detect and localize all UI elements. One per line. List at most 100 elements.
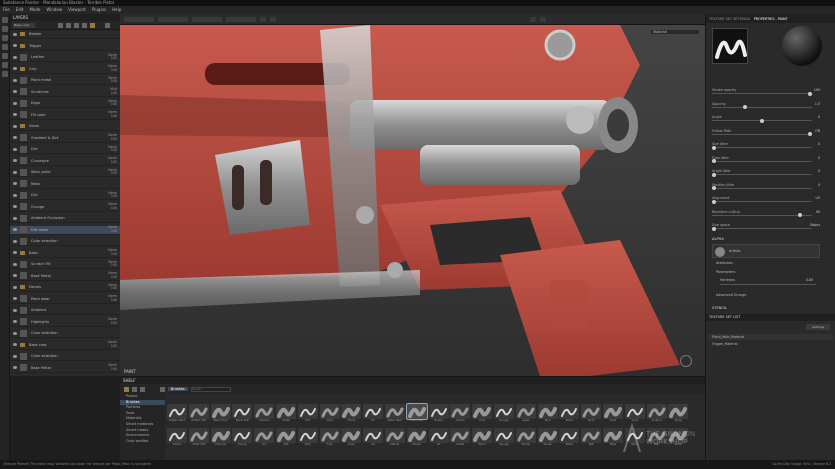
slider-knob[interactable] (808, 132, 812, 136)
property-slider[interactable]: Follow Path Off (712, 129, 820, 137)
layer-blend-mode[interactable]: Norm 100 (108, 271, 117, 279)
add-mask-icon[interactable] (74, 23, 79, 28)
brush-preset[interactable]: Fibers (341, 404, 362, 426)
property-slider[interactable]: Backface culling 90 (712, 210, 820, 218)
visibility-eye-icon[interactable] (13, 124, 17, 128)
brush-preset[interactable]: Oil (428, 428, 449, 450)
layer-row[interactable]: Dirt mask Norm 100 (10, 225, 120, 235)
slider-knob[interactable] (712, 172, 716, 177)
brush-preset[interactable]: Pastel (450, 428, 471, 450)
visibility-eye-icon[interactable] (13, 366, 17, 370)
slider-track[interactable] (712, 160, 812, 162)
brush-preset[interactable]: Noise (559, 404, 580, 426)
slider-value[interactable]: UV (815, 196, 820, 200)
properties-tab[interactable]: TEXTURE SET SETTINGS (709, 17, 750, 21)
add-fill-layer-icon[interactable] (66, 23, 71, 28)
slider-knob[interactable] (712, 159, 716, 163)
polygon-fill-icon[interactable] (2, 44, 8, 50)
texture-set-item[interactable]: Trigger_Material (709, 341, 833, 347)
symmetry-icon[interactable] (260, 16, 266, 22)
layer-row[interactable]: Seam (10, 122, 120, 132)
layer-blend-mode[interactable]: Norm 100 (108, 248, 117, 256)
brush-preset[interactable]: Mosaic (406, 428, 427, 450)
slider-knob[interactable] (760, 118, 764, 123)
brush-size-field[interactable] (124, 16, 154, 22)
brush-preset[interactable]: Dust (319, 404, 340, 426)
slider-value[interactable]: 0 (818, 169, 820, 173)
layer-blend-mode[interactable]: Norm 100 (108, 156, 117, 164)
layer-row[interactable]: Trigger (10, 42, 120, 51)
parameters-group[interactable]: Parameters (716, 270, 735, 274)
visibility-eye-icon[interactable] (13, 113, 17, 117)
layer-row[interactable]: Base Metal Norm 100 (10, 363, 120, 373)
slider-track[interactable] (712, 133, 812, 135)
slider-knob[interactable] (712, 199, 716, 204)
layer-row[interactable]: Dirt Norm 100 (10, 145, 120, 155)
visibility-eye-icon[interactable] (13, 274, 17, 278)
brush-preset[interactable]: Basic Soft (405, 403, 428, 426)
layer-row[interactable]: Mask (10, 180, 120, 189)
visibility-eye-icon[interactable] (13, 170, 17, 174)
brush-preset[interactable]: Artistic Soft (188, 404, 209, 426)
brush-preset[interactable]: Dots (472, 404, 493, 426)
layer-row[interactable]: Scratches Mult 100 (10, 87, 120, 97)
brush-preset[interactable]: Cracks (450, 404, 471, 426)
visibility-eye-icon[interactable] (13, 354, 17, 358)
slider-track[interactable] (712, 174, 812, 175)
layer-row[interactable]: Ambient Occlusion (10, 214, 120, 224)
layer-blend-mode[interactable]: Norm 100 (108, 260, 117, 268)
layer-row[interactable]: Color selection (10, 237, 120, 247)
add-effect-icon[interactable] (82, 23, 87, 28)
brush-preset[interactable]: Chalk (276, 404, 296, 426)
brush-preset[interactable]: Artistic (167, 428, 187, 450)
brush-preset[interactable]: Mud (537, 404, 558, 426)
render-icon[interactable] (540, 16, 546, 22)
layer-row[interactable]: Worn paint Norm 100 (10, 168, 120, 178)
visibility-eye-icon[interactable] (13, 320, 17, 324)
layer-row[interactable]: Color selection (10, 352, 120, 362)
slider-knob[interactable] (742, 105, 747, 109)
brush-preset[interactable]: Marker (385, 428, 405, 450)
menu-item[interactable]: Help (112, 6, 121, 14)
layer-blend-mode[interactable]: Norm 100 (108, 363, 117, 371)
visibility-eye-icon[interactable] (13, 343, 17, 347)
layer-blend-mode[interactable]: Norm 100 (108, 283, 117, 291)
brush-preset[interactable]: Water (559, 428, 580, 450)
brush-preset[interactable]: Dry (254, 428, 275, 450)
layer-row[interactable]: Base Metal Norm 100 (10, 271, 120, 281)
visibility-eye-icon[interactable] (13, 159, 17, 163)
layer-row[interactable]: Blaster (10, 30, 120, 40)
brush-preset[interactable]: Stroke (537, 428, 558, 450)
layer-blend-mode[interactable]: Norm 100 (108, 168, 117, 176)
slider-knob[interactable] (712, 145, 716, 150)
layer-row[interactable]: Gradient & Dirt Norm 100 (10, 133, 120, 143)
spacing-field[interactable] (226, 16, 256, 22)
add-folder-icon[interactable] (90, 23, 95, 28)
hardness-value[interactable]: 0.85 (806, 278, 813, 282)
filter-icon[interactable] (160, 386, 165, 392)
brush-preset[interactable]: Stamp (515, 428, 536, 450)
visibility-eye-icon[interactable] (13, 285, 17, 289)
brush-preset[interactable]: Bristle (428, 404, 449, 426)
brush-preset[interactable]: Basic Soft (232, 404, 253, 426)
clone-icon[interactable] (2, 62, 8, 68)
layer-blend-mode[interactable]: Norm 100 (108, 294, 117, 302)
slider-value[interactable]: 1.5 (815, 102, 820, 106)
layer-blend-mode[interactable]: Norm 100 (108, 340, 117, 348)
visibility-eye-icon[interactable] (13, 136, 17, 140)
visibility-eye-icon[interactable] (13, 101, 17, 105)
visibility-eye-icon[interactable] (13, 331, 17, 335)
layer-row[interactable]: Fill color Norm 100 (10, 110, 120, 120)
slider-value[interactable]: 0 (818, 156, 820, 160)
brush-preset[interactable]: Fiber (297, 428, 318, 450)
brush-preset[interactable]: Grain (341, 428, 362, 450)
slider-value[interactable]: Object (810, 223, 820, 227)
layer-blend-mode[interactable]: Norm 100 (108, 191, 117, 199)
slider-track[interactable] (712, 228, 812, 229)
brush-preset[interactable]: Ink (363, 428, 384, 450)
brush-preset[interactable]: Pencil (472, 428, 493, 450)
layer-blend-mode[interactable]: Norm 100 (108, 99, 117, 107)
blend-mode-select[interactable]: Base color (13, 23, 35, 28)
layer-row[interactable]: Paint metal Norm 100 (10, 76, 120, 86)
smudge-icon[interactable] (2, 53, 8, 59)
